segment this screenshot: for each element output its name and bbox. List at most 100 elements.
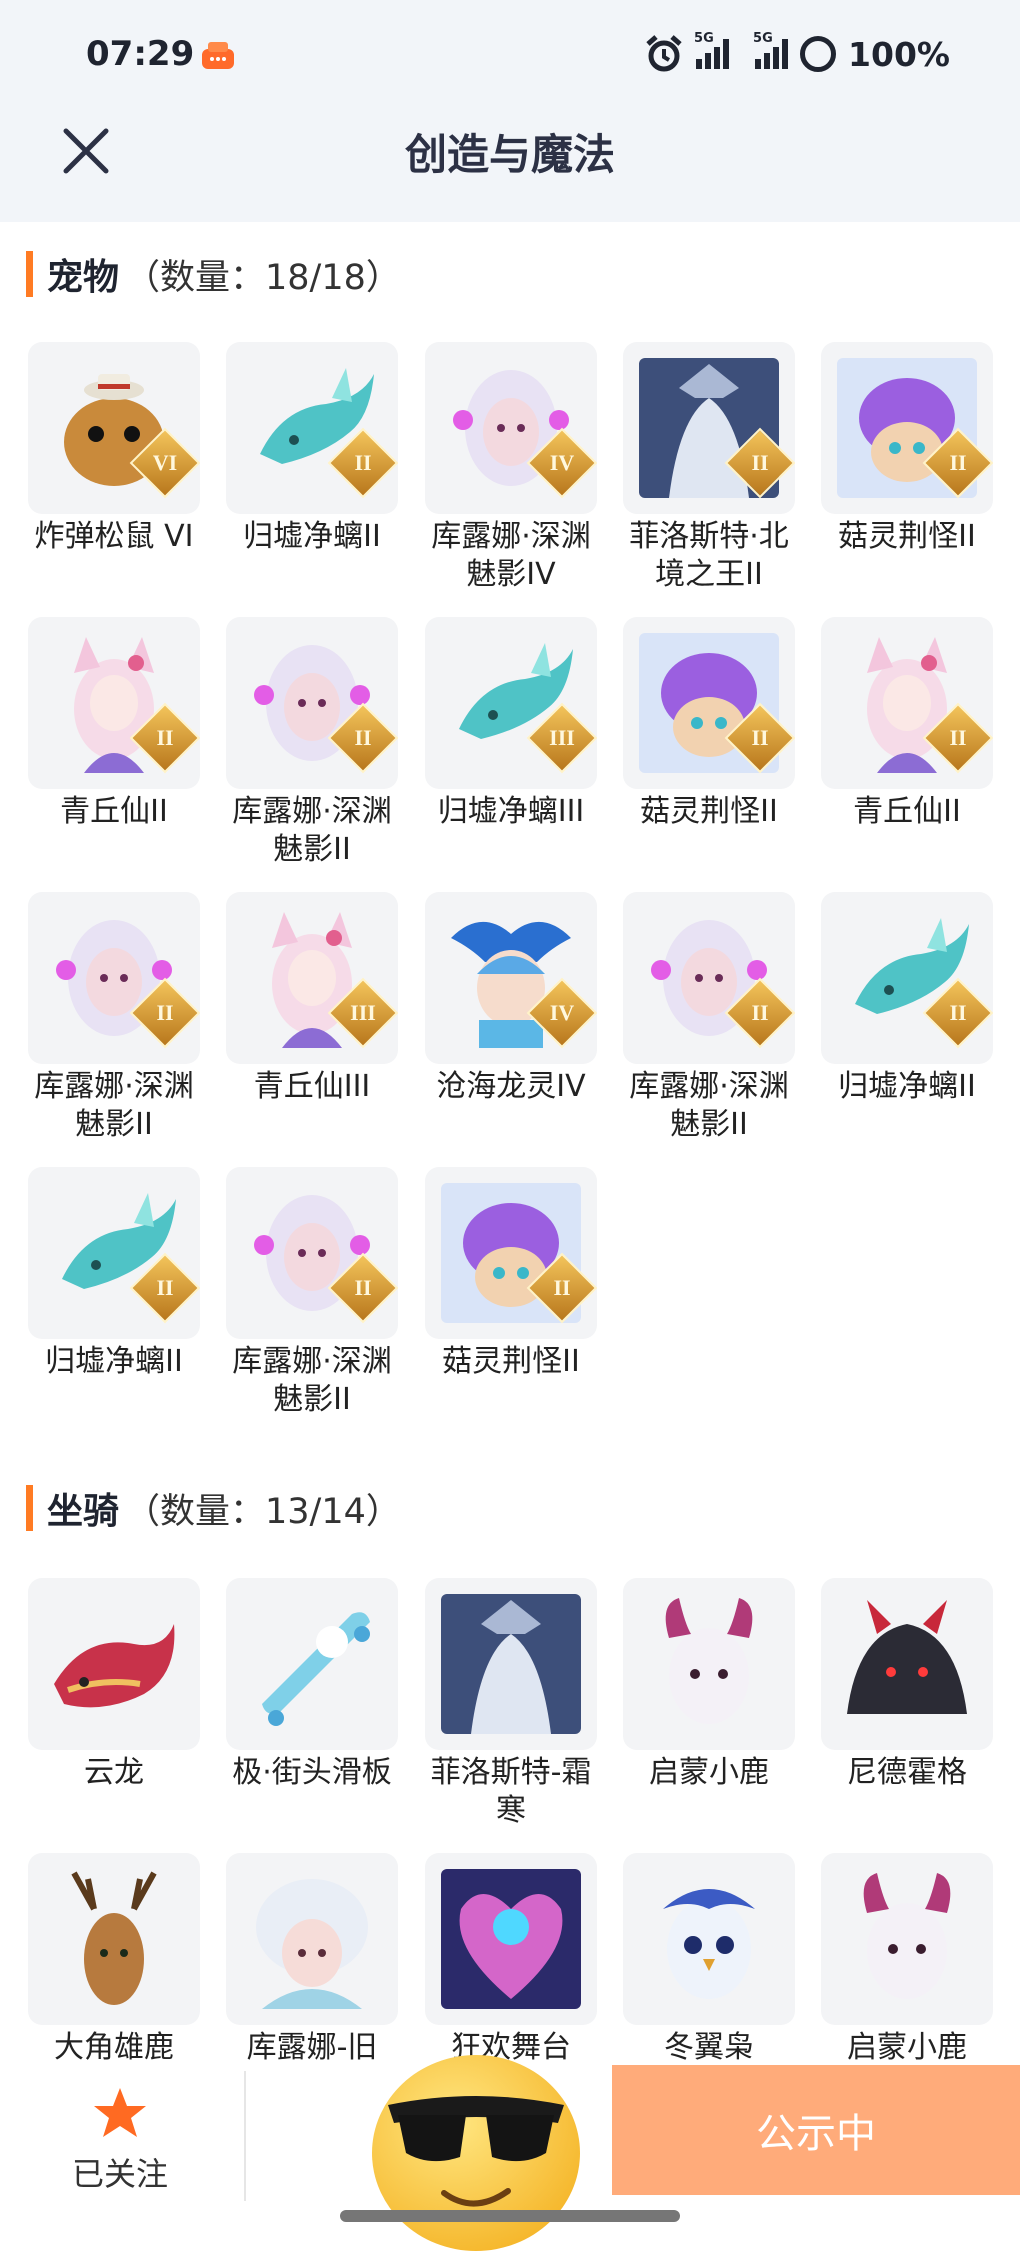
pet-item[interactable]: II 菇灵荆怪II (819, 342, 995, 556)
mount-name: 尼德霍格 (847, 1755, 967, 1790)
pet-item[interactable]: II 库露娜·深渊魅影II (26, 892, 202, 1144)
pet-name: 库露娜·深渊魅影IV (431, 519, 591, 592)
pet-name: 炸弹松鼠 VI (34, 519, 194, 554)
pet-name: 菇灵荆怪II (838, 519, 976, 554)
mount-item[interactable]: 大角雄鹿 (26, 1853, 202, 2067)
pet-thumbnail: II (226, 617, 398, 789)
page-title: 创造与魔法 (404, 130, 615, 179)
mount-name: 启蒙小鹿 (649, 1755, 769, 1790)
pet-thumbnail: III (425, 617, 597, 789)
pet-name: 青丘仙II (853, 794, 961, 829)
pet-name: 菇灵荆怪II (640, 794, 778, 829)
pet-thumbnail: II (623, 342, 795, 514)
mount-item[interactable]: 启蒙小鹿 (621, 1578, 797, 1792)
pet-thumbnail: II (623, 892, 795, 1064)
pet-item[interactable]: II 菲洛斯特·北境之王II (621, 342, 797, 594)
pet-item[interactable]: II 菇灵荆怪II (621, 617, 797, 831)
pet-name: 沧海龙灵IV (436, 1069, 586, 1104)
follow-button[interactable]: 已关注 (60, 2085, 180, 2195)
pet-item[interactable]: II 归墟净螭II (819, 892, 995, 1106)
mount-thumbnail (28, 1853, 200, 2025)
mount-thumbnail (28, 1578, 200, 1750)
pet-item[interactable]: II 青丘仙II (819, 617, 995, 831)
pet-thumbnail: II (28, 892, 200, 1064)
mount-item[interactable]: 菲洛斯特-霜寒 (423, 1578, 599, 1830)
pet-item[interactable]: IV 库露娜·深渊魅影IV (423, 342, 599, 594)
pet-item[interactable]: II 归墟净螭II (26, 1167, 202, 1381)
pet-thumbnail: IV (425, 342, 597, 514)
signal-5g-icon-2: 5G (753, 31, 789, 69)
stag-art-icon (71, 1871, 157, 2005)
follow-label: 已关注 (71, 2155, 168, 2193)
deer-white-art-icon (665, 1598, 753, 1724)
pet-item[interactable]: II 库露娜·深渊魅影II (224, 1167, 400, 1419)
pet-thumbnail: VI (28, 342, 200, 514)
pet-item[interactable]: II 库露娜·深渊魅影II (224, 617, 400, 869)
notification-app-icon (202, 42, 234, 69)
battery-percent: 100% (848, 34, 950, 74)
mount-thumbnail (425, 1578, 597, 1750)
pet-name: 库露娜·深渊魅影II (232, 794, 392, 867)
pet-name: 库露娜·深渊魅影II (629, 1069, 789, 1142)
pet-item[interactable]: II 青丘仙II (26, 617, 202, 831)
mount-item[interactable]: 冬翼枭 (621, 1853, 797, 2067)
signal-label-2: 5G (753, 31, 773, 46)
cloud-dragon-art-icon (54, 1624, 175, 1708)
mount-name: 大角雄鹿 (54, 2030, 174, 2065)
pet-name: 青丘仙III (253, 1069, 371, 1104)
mount-thumbnail (821, 1853, 993, 2025)
alarm-icon (646, 35, 682, 72)
stage-art-icon (441, 1869, 581, 2009)
pet-item[interactable]: IV 沧海龙灵IV (423, 892, 599, 1106)
section-accent-bar (26, 251, 33, 297)
pet-thumbnail: IV (425, 892, 597, 1064)
philost-art-icon (441, 1594, 581, 1734)
pet-thumbnail: II (821, 342, 993, 514)
signal-5g-icon: 5G (694, 31, 730, 69)
section-title-mounts: 坐骑 (47, 1491, 120, 1532)
nidhogg-art-icon (847, 1600, 967, 1714)
mount-name: 菲洛斯特-霜寒 (430, 1755, 592, 1828)
mount-thumbnail (623, 1578, 795, 1750)
pet-item[interactable]: III 青丘仙III (224, 892, 400, 1106)
mount-item[interactable]: 启蒙小鹿 (819, 1853, 995, 2067)
nav-bar: 创造与魔法 (0, 115, 1020, 222)
mount-name: 极·街头滑板 (232, 1755, 392, 1790)
pet-thumbnail: II (28, 1167, 200, 1339)
star-icon (94, 2088, 146, 2137)
pet-name: 归墟净螭II (838, 1069, 976, 1104)
section-count-pets: （数量：18/18） (125, 257, 401, 298)
section-header-pets: 宠物 （数量：18/18） (26, 250, 401, 298)
kuluna-old-art-icon (256, 1879, 368, 2009)
mount-name: 启蒙小鹿 (847, 2030, 967, 2065)
pet-name: 库露娜·深渊魅影II (232, 1344, 392, 1417)
pet-item[interactable]: II 库露娜·深渊魅影II (621, 892, 797, 1144)
pet-item[interactable]: III 归墟净螭III (423, 617, 599, 831)
pet-thumbnail: II (226, 342, 398, 514)
section-header-mounts: 坐骑 （数量：13/14） (26, 1484, 401, 1532)
status-bar: 07:29 5G 5G 100% (0, 0, 1020, 115)
section-count-mounts: （数量：13/14） (125, 1491, 401, 1532)
pet-item[interactable]: II 菇灵荆怪II (423, 1167, 599, 1381)
mount-item[interactable]: 极·街头滑板 (224, 1578, 400, 1792)
section-accent-bar (26, 1485, 33, 1531)
divider (244, 2071, 246, 2201)
deer-white-art-icon (863, 1873, 951, 1999)
publish-status-button[interactable]: 公示中 (612, 2065, 1020, 2195)
skateboard-art-icon (262, 1612, 370, 1726)
battery-icon (800, 36, 837, 72)
mount-thumbnail (226, 1578, 398, 1750)
pet-item[interactable]: VI 炸弹松鼠 VI (26, 342, 202, 556)
section-title-pets: 宠物 (47, 257, 120, 298)
mount-item[interactable]: 云龙 (26, 1578, 202, 1792)
signal-label: 5G (694, 31, 714, 46)
home-indicator[interactable] (340, 2210, 680, 2222)
pet-thumbnail: II (226, 1167, 398, 1339)
mount-name: 云龙 (84, 1755, 144, 1790)
pet-thumbnail: II (821, 617, 993, 789)
mount-item[interactable]: 尼德霍格 (819, 1578, 995, 1792)
pet-thumbnail: II (821, 892, 993, 1064)
pet-name: 菇灵荆怪II (442, 1344, 580, 1379)
pet-item[interactable]: II 归墟净螭II (224, 342, 400, 556)
mount-name: 冬翼枭 (664, 2030, 754, 2065)
